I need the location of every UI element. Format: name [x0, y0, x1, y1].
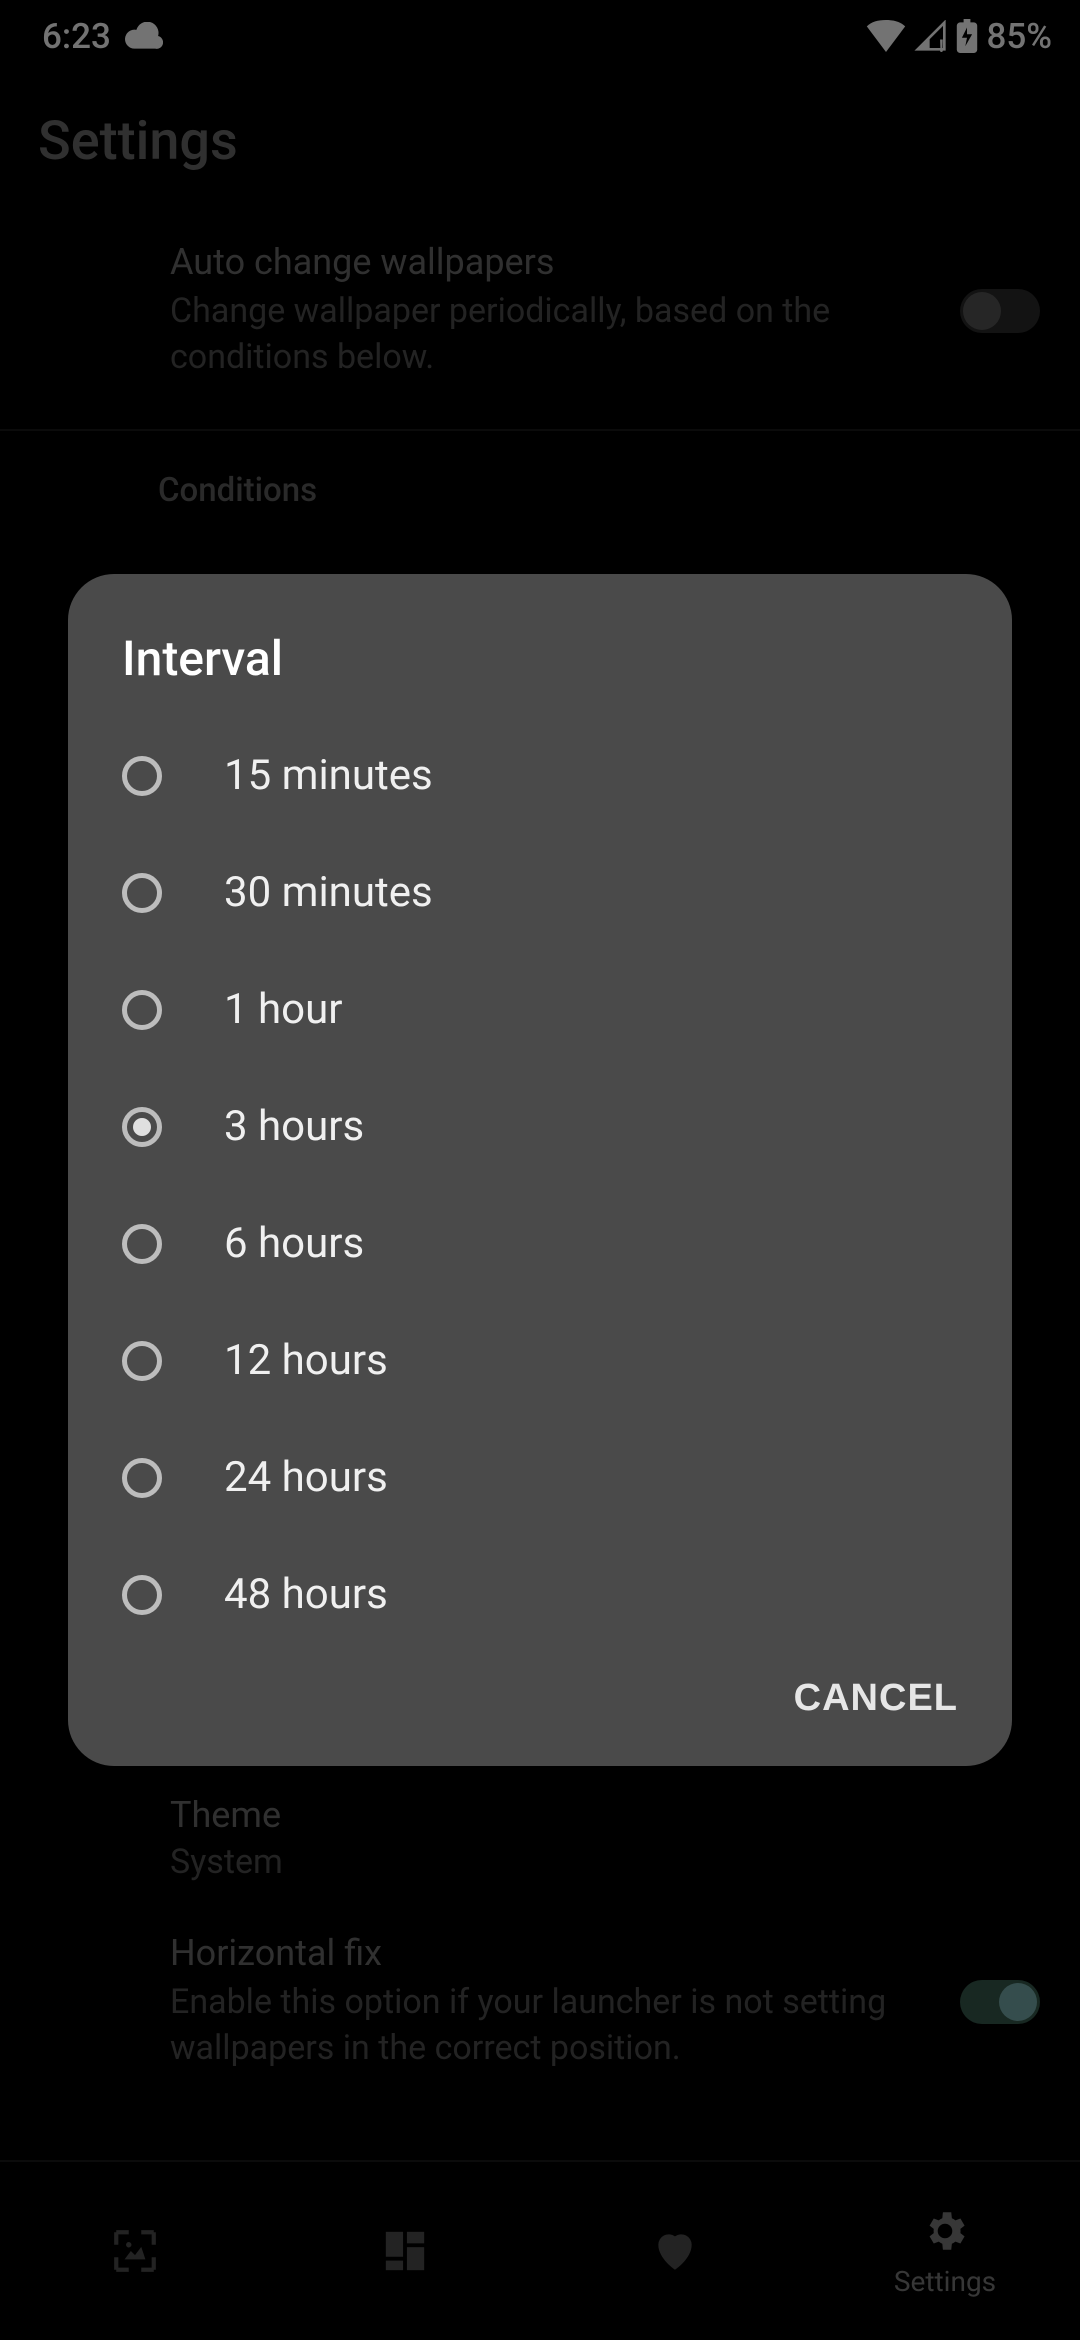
option-label: 48 hours [224, 1570, 388, 1619]
option-label: 3 hours [224, 1102, 364, 1151]
option-label: 30 minutes [224, 868, 433, 917]
option-label: 24 hours [224, 1453, 388, 1502]
dialog-actions: CANCEL [68, 1653, 1012, 1736]
option-48-hours[interactable]: 48 hours [68, 1536, 1012, 1653]
dialog-scrim[interactable]: Interval 15 minutes 30 minutes 1 hour 3 … [0, 0, 1080, 2340]
radio-icon [122, 990, 162, 1030]
radio-icon [122, 1107, 162, 1147]
option-label: 1 hour [224, 985, 343, 1034]
dialog-title: Interval [68, 630, 1012, 717]
option-label: 15 minutes [224, 751, 433, 800]
radio-icon [122, 756, 162, 796]
radio-icon [122, 1224, 162, 1264]
option-6-hours[interactable]: 6 hours [68, 1185, 1012, 1302]
radio-icon [122, 873, 162, 913]
option-12-hours[interactable]: 12 hours [68, 1302, 1012, 1419]
radio-icon [122, 1458, 162, 1498]
option-15-minutes[interactable]: 15 minutes [68, 717, 1012, 834]
interval-dialog: Interval 15 minutes 30 minutes 1 hour 3 … [68, 574, 1012, 1766]
option-30-minutes[interactable]: 30 minutes [68, 834, 1012, 951]
radio-icon [122, 1341, 162, 1381]
option-label: 12 hours [224, 1336, 388, 1385]
option-1-hour[interactable]: 1 hour [68, 951, 1012, 1068]
option-label: 6 hours [224, 1219, 364, 1268]
radio-icon [122, 1575, 162, 1615]
option-24-hours[interactable]: 24 hours [68, 1419, 1012, 1536]
option-3-hours[interactable]: 3 hours [68, 1068, 1012, 1185]
cancel-button[interactable]: CANCEL [794, 1677, 958, 1720]
